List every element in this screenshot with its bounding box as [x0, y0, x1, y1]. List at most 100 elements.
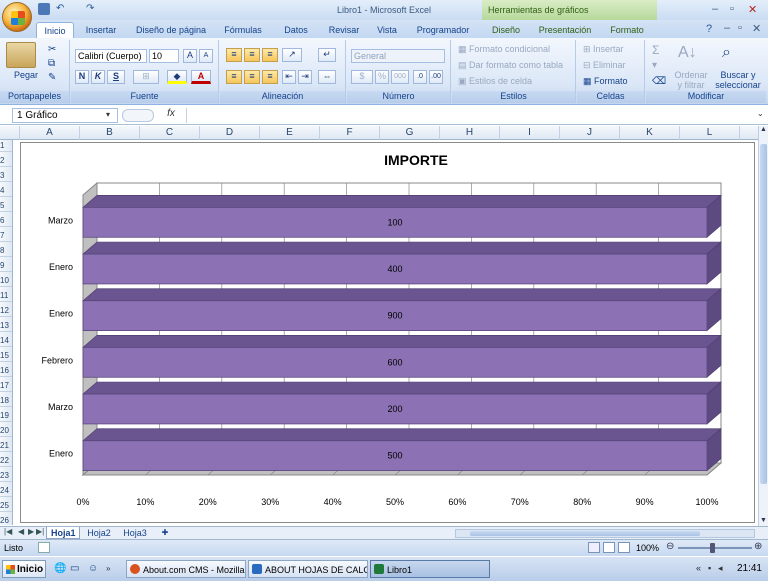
row-header[interactable]: 2 [0, 155, 12, 167]
autosum-button[interactable]: Σ [652, 43, 659, 57]
zoom-in-icon[interactable]: ⊕ [754, 541, 762, 552]
column-header[interactable]: D [200, 126, 260, 140]
row-header[interactable]: 14 [0, 335, 12, 347]
insert-cells-button[interactable]: ⊞ Insertar [583, 44, 624, 55]
column-header[interactable]: E [260, 126, 320, 140]
font-color-icon[interactable]: A [191, 70, 211, 84]
select-all-corner[interactable] [0, 126, 20, 140]
close-icon[interactable]: ✕ [748, 3, 757, 16]
sort-filter-icon[interactable]: A↓ [678, 44, 697, 62]
tab-diseno[interactable]: Diseño [486, 22, 526, 38]
ribbon-close-icon[interactable]: ✕ [752, 22, 761, 35]
tab-programador[interactable]: Programador [412, 22, 474, 38]
row-header[interactable]: 19 [0, 410, 12, 422]
taskbar-item[interactable]: ABOUT HOJAS DE CALC... [248, 560, 368, 578]
horizontal-scroll-thumb[interactable] [470, 531, 700, 536]
row-header[interactable]: 3 [0, 170, 12, 182]
start-button[interactable]: Inicio [2, 560, 46, 578]
row-header[interactable]: 4 [0, 185, 12, 197]
underline-button[interactable]: S [107, 70, 125, 84]
fill-color-icon[interactable]: ◆ [167, 70, 187, 84]
copy-icon[interactable]: ⧉ [48, 58, 55, 69]
tray-volume-icon[interactable]: ◂ [718, 563, 723, 574]
minimize-icon[interactable]: – [712, 3, 718, 15]
row-header[interactable]: 25 [0, 500, 12, 512]
thousands-button[interactable]: 000 [391, 70, 409, 84]
column-header[interactable]: L [680, 126, 740, 140]
office-button[interactable] [2, 2, 32, 32]
align-bottom-icon[interactable]: ≡ [262, 48, 278, 62]
quicklaunch-more-icon[interactable]: » [106, 564, 110, 573]
first-sheet-icon[interactable]: |◀ [4, 527, 12, 536]
chart-area[interactable]: IMPORTE 0% 10% 20% 30% 40% 50% 60% 70% 80% 90% 100%… [20, 142, 755, 523]
zoom-slider-thumb[interactable] [710, 543, 715, 553]
column-header[interactable]: F [320, 126, 380, 140]
row-header[interactable]: 12 [0, 305, 12, 317]
format-painter-icon[interactable]: ✎ [48, 72, 56, 83]
tab-revisar[interactable]: Revisar [324, 22, 364, 38]
decrease-indent-icon[interactable]: ⇤ [282, 70, 296, 84]
row-header[interactable]: 10 [0, 275, 12, 287]
insert-sheet-icon[interactable]: ✚ [156, 527, 174, 539]
percent-button[interactable]: % [375, 70, 389, 84]
number-format-select[interactable]: General [351, 49, 445, 63]
row-header[interactable]: 7 [0, 230, 12, 242]
tab-formato[interactable]: Formato [604, 22, 650, 38]
expand-formula-icon[interactable]: ⌄ [757, 109, 764, 118]
row-header[interactable]: 26 [0, 515, 12, 525]
vertical-scroll-thumb[interactable] [760, 144, 767, 484]
column-header[interactable]: H [440, 126, 500, 140]
wrap-text-icon[interactable]: ↵ [318, 48, 336, 62]
ribbon-restore-icon[interactable]: ▫ [738, 22, 742, 34]
help-icon[interactable]: ? [706, 23, 712, 35]
scroll-down-icon[interactable]: ▼ [760, 517, 767, 524]
quicklaunch-ie-icon[interactable]: 🌐 [54, 563, 66, 574]
tab-inicio[interactable]: Inicio [36, 22, 74, 38]
row-header[interactable]: 6 [0, 215, 12, 227]
scroll-up-icon[interactable]: ▲ [760, 126, 767, 133]
zoom-level[interactable]: 100% [636, 543, 659, 553]
binoculars-icon[interactable]: ⌕ [722, 44, 731, 62]
merge-center-icon[interactable]: ⇔ [318, 70, 336, 84]
clear-icon[interactable]: ⌫ [652, 76, 666, 87]
row-header[interactable]: 15 [0, 350, 12, 362]
align-center-icon[interactable]: ≡ [244, 70, 260, 84]
format-as-table-button[interactable]: ▤ Dar formato como tabla [458, 60, 563, 71]
format-cells-button[interactable]: ▦ Formato [583, 76, 628, 87]
row-header[interactable]: 5 [0, 200, 12, 212]
column-header[interactable]: I [500, 126, 560, 140]
restore-icon[interactable]: ▫ [730, 3, 734, 15]
tab-vista[interactable]: Vista [372, 22, 402, 38]
italic-button[interactable]: K [91, 70, 105, 84]
cell-styles-button[interactable]: ▣ Estilos de celda [458, 76, 532, 87]
conditional-format-button[interactable]: ▦ Formato condicional [458, 44, 550, 55]
decrease-decimal-icon[interactable]: .00 [429, 70, 443, 84]
taskbar-item[interactable]: About.com CMS - Mozilla ... [126, 560, 246, 578]
zoom-slider[interactable] [678, 547, 752, 549]
sheet-tab-hoja2[interactable]: Hoja2 [82, 527, 116, 539]
ribbon-minimize-icon[interactable]: – [724, 22, 730, 34]
horizontal-scrollbar[interactable] [455, 529, 755, 538]
vertical-scrollbar[interactable]: ▲ ▼ [758, 126, 768, 526]
orientation-icon[interactable]: ↗ [282, 48, 302, 62]
align-left-icon[interactable]: ≡ [226, 70, 242, 84]
paste-button[interactable]: Pegar [14, 70, 38, 80]
increase-indent-icon[interactable]: ⇥ [298, 70, 312, 84]
row-header[interactable]: 8 [0, 245, 12, 257]
formula-bar-handle[interactable] [122, 109, 154, 122]
row-header[interactable]: 11 [0, 290, 12, 302]
row-header[interactable]: 23 [0, 470, 12, 482]
grow-font-icon[interactable]: A [183, 49, 197, 63]
align-right-icon[interactable]: ≡ [262, 70, 278, 84]
tab-presentacion[interactable]: Presentación [536, 22, 594, 38]
column-header[interactable]: C [140, 126, 200, 140]
row-header[interactable]: 18 [0, 395, 12, 407]
column-header[interactable]: A [20, 126, 80, 140]
macro-record-icon[interactable] [38, 542, 50, 553]
tab-datos[interactable]: Datos [278, 22, 314, 38]
fill-icon[interactable]: ▾ [652, 60, 657, 71]
row-header[interactable]: 22 [0, 455, 12, 467]
page-break-view-icon[interactable] [618, 542, 630, 553]
currency-icon[interactable]: $ [351, 70, 373, 84]
shrink-font-icon[interactable]: A [199, 49, 213, 63]
